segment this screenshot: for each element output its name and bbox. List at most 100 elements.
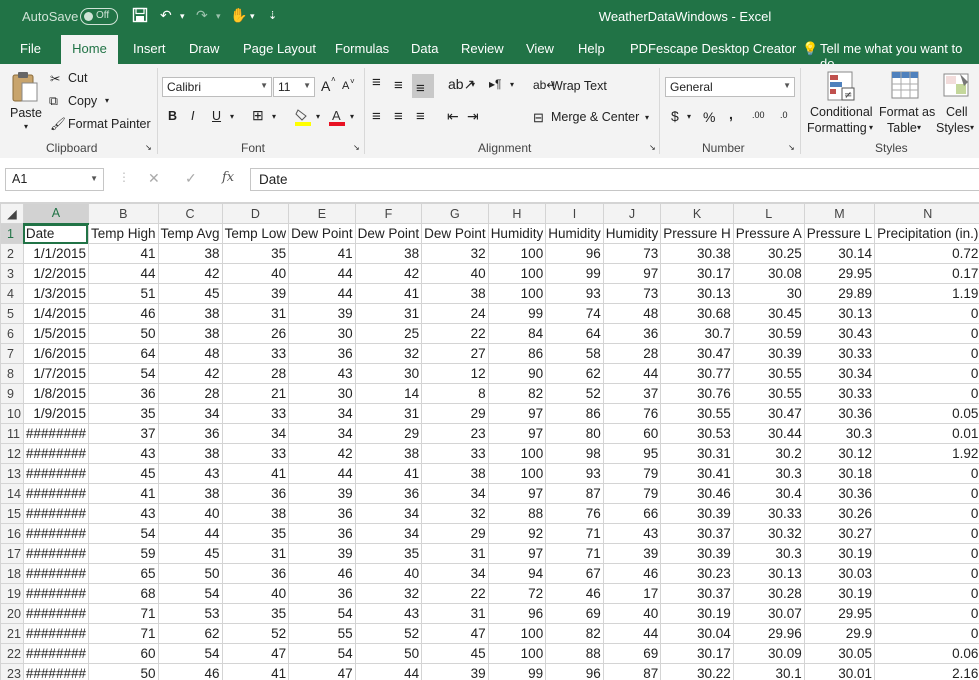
cell-d17[interactable]: 31 xyxy=(221,543,290,564)
cell-l23[interactable]: 30.1 xyxy=(732,663,805,680)
cell-f4[interactable]: 41 xyxy=(354,283,423,304)
cell-a16[interactable]: ######## xyxy=(22,523,89,544)
cell-m14[interactable]: 30.36 xyxy=(803,483,876,504)
cell-styles-dropdown-icon[interactable]: ▾ xyxy=(970,123,974,132)
cell-h10[interactable]: 97 xyxy=(487,403,547,424)
cell-h15[interactable]: 88 xyxy=(487,503,547,524)
cell-d22[interactable]: 47 xyxy=(221,643,290,664)
row-header[interactable]: 1 xyxy=(0,223,24,244)
select-all-corner[interactable]: ◢ xyxy=(0,203,24,224)
cell-g20[interactable]: 31 xyxy=(421,603,489,624)
font-launcher-icon[interactable]: ↘ xyxy=(353,143,360,152)
cell-c2[interactable]: 38 xyxy=(157,243,223,264)
cell-e23[interactable]: 47 xyxy=(288,663,356,680)
cell-f13[interactable]: 41 xyxy=(354,463,423,484)
cell-n6[interactable]: 0 xyxy=(874,323,979,344)
cell-j16[interactable]: 43 xyxy=(602,523,662,544)
cell-e21[interactable]: 55 xyxy=(288,623,356,644)
cell-styles-icon[interactable] xyxy=(942,70,972,104)
grow-font-button[interactable]: A xyxy=(321,78,330,94)
cell-k5[interactable]: 30.68 xyxy=(660,303,734,324)
cell-m3[interactable]: 29.95 xyxy=(803,263,876,284)
row-header[interactable]: 7 xyxy=(0,343,24,364)
cell-f10[interactable]: 31 xyxy=(354,403,423,424)
cell-m2[interactable]: 30.14 xyxy=(803,243,876,264)
cell-h5[interactable]: 99 xyxy=(487,303,547,324)
cell-m15[interactable]: 30.26 xyxy=(803,503,876,524)
cell-d2[interactable]: 35 xyxy=(221,243,290,264)
cell-d16[interactable]: 35 xyxy=(221,523,290,544)
format-as-table-label-2[interactable]: Table xyxy=(887,121,917,135)
cell-c11[interactable]: 36 xyxy=(157,423,223,444)
cell-b22[interactable]: 60 xyxy=(87,643,159,664)
row-header[interactable]: 20 xyxy=(0,603,24,624)
cell-k16[interactable]: 30.37 xyxy=(660,523,734,544)
cell-g7[interactable]: 27 xyxy=(421,343,489,364)
cell-c10[interactable]: 34 xyxy=(157,403,223,424)
cell-b6[interactable]: 50 xyxy=(87,323,159,344)
increase-indent-icon[interactable]: ⇥ xyxy=(467,108,479,125)
copy-icon[interactable]: ⧉ xyxy=(49,94,58,109)
cell-m17[interactable]: 30.19 xyxy=(803,543,876,564)
cell-f3[interactable]: 42 xyxy=(354,263,423,284)
cell-d12[interactable]: 33 xyxy=(221,443,290,464)
cell-i4[interactable]: 93 xyxy=(545,283,604,304)
tab-formulas[interactable]: Formulas xyxy=(335,41,389,56)
cell-a8[interactable]: 1/7/2015 xyxy=(22,363,89,384)
cell-g16[interactable]: 29 xyxy=(421,523,489,544)
cell-k19[interactable]: 30.37 xyxy=(660,583,734,604)
cell-l22[interactable]: 30.09 xyxy=(732,643,805,664)
cell-i23[interactable]: 96 xyxy=(545,663,604,680)
cut-button[interactable]: Cut xyxy=(68,71,87,85)
cell-l4[interactable]: 30 xyxy=(732,283,805,304)
cell-m20[interactable]: 29.95 xyxy=(803,603,876,624)
row-header[interactable]: 5 xyxy=(0,303,24,324)
cell-b13[interactable]: 45 xyxy=(87,463,159,484)
conditional-formatting-label-2[interactable]: Formatting xyxy=(807,121,867,135)
cell-m11[interactable]: 30.3 xyxy=(803,423,876,444)
redo-icon[interactable]: ↷ xyxy=(196,7,208,24)
cell-l18[interactable]: 30.13 xyxy=(732,563,805,584)
cell-a10[interactable]: 1/9/2015 xyxy=(22,403,89,424)
cell-j19[interactable]: 17 xyxy=(602,583,662,604)
tab-pdfescape[interactable]: PDFescape Desktop Creator xyxy=(630,41,796,56)
cell-e15[interactable]: 36 xyxy=(288,503,356,524)
cell-f8[interactable]: 30 xyxy=(354,363,423,384)
cell-j10[interactable]: 76 xyxy=(602,403,662,424)
cell-d20[interactable]: 35 xyxy=(221,603,290,624)
cell-d5[interactable]: 31 xyxy=(221,303,290,324)
cell-e6[interactable]: 30 xyxy=(288,323,356,344)
cell-m7[interactable]: 30.33 xyxy=(803,343,876,364)
wrap-text-button[interactable]: Wrap Text xyxy=(551,79,607,93)
cell-b21[interactable]: 71 xyxy=(87,623,159,644)
cell-d7[interactable]: 33 xyxy=(221,343,290,364)
cell-m5[interactable]: 30.13 xyxy=(803,303,876,324)
cell-c9[interactable]: 28 xyxy=(157,383,223,404)
cell-c12[interactable]: 38 xyxy=(157,443,223,464)
cell-b11[interactable]: 37 xyxy=(87,423,159,444)
cell-h7[interactable]: 86 xyxy=(487,343,547,364)
cell-f20[interactable]: 43 xyxy=(354,603,423,624)
cell-c22[interactable]: 54 xyxy=(157,643,223,664)
cell-g14[interactable]: 34 xyxy=(421,483,489,504)
cell-f17[interactable]: 35 xyxy=(354,543,423,564)
copy-dropdown-icon[interactable]: ▾ xyxy=(105,96,109,105)
tab-home[interactable]: Home xyxy=(61,35,118,64)
cell-a4[interactable]: 1/3/2015 xyxy=(22,283,89,304)
cell-c5[interactable]: 38 xyxy=(157,303,223,324)
cancel-icon[interactable]: ✕ xyxy=(148,170,160,187)
cell-n9[interactable]: 0 xyxy=(874,383,979,404)
cell-i21[interactable]: 82 xyxy=(545,623,604,644)
cell-j8[interactable]: 44 xyxy=(602,363,662,384)
cell-n11[interactable]: 0.01 xyxy=(874,423,979,444)
cell-i2[interactable]: 96 xyxy=(545,243,604,264)
redo-dropdown-icon[interactable]: ▾ xyxy=(216,11,221,22)
cell-m16[interactable]: 30.27 xyxy=(803,523,876,544)
cell-j2[interactable]: 73 xyxy=(602,243,662,264)
cell-n12[interactable]: 1.92 xyxy=(874,443,979,464)
cell-h21[interactable]: 100 xyxy=(487,623,547,644)
cell-f1[interactable]: Dew Point xyxy=(354,223,423,244)
row-header[interactable]: 17 xyxy=(0,543,24,564)
cell-c8[interactable]: 42 xyxy=(157,363,223,384)
cell-l3[interactable]: 30.08 xyxy=(732,263,805,284)
